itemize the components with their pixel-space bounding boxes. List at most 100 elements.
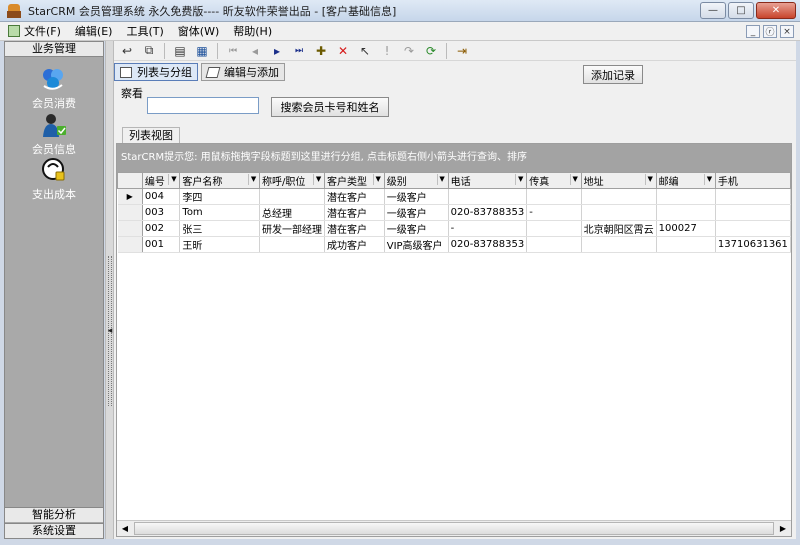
table-cell[interactable]: - [526, 204, 582, 221]
next-record-icon[interactable]: ▸ [266, 42, 288, 60]
tab-list-view[interactable]: 列表视图 [122, 127, 180, 143]
table-cell[interactable]: 潜在客户 [324, 220, 385, 237]
table-cell[interactable]: 潜在客户 [324, 188, 385, 205]
search-member-button[interactable]: 搜索会员卡号和姓名 [271, 97, 389, 117]
exit-icon[interactable]: ⇥ [451, 42, 473, 60]
table-cell[interactable] [715, 204, 792, 221]
table-cell[interactable] [656, 188, 716, 205]
table-cell[interactable] [259, 188, 326, 205]
sidebar-item-member-info[interactable]: 会员信息 [5, 112, 103, 157]
table-cell[interactable]: VIP高级客户 [384, 236, 449, 253]
chevron-down-icon[interactable]: ▼ [436, 174, 447, 185]
pointer-icon[interactable]: ↖ [354, 42, 376, 60]
close-button[interactable]: ✕ [756, 2, 796, 19]
table-cell[interactable]: 13710631361 [715, 236, 792, 253]
redo-icon[interactable]: ↷ [398, 42, 420, 60]
scrollbar-thumb[interactable] [134, 522, 774, 535]
mdi-close-button[interactable]: × [780, 25, 794, 38]
table-cell[interactable]: 100027 [656, 220, 716, 237]
menu-window[interactable]: 窗体(W) [178, 23, 219, 39]
sidebar-item-members-consume[interactable]: 会员消费 [5, 66, 103, 111]
scroll-left-icon[interactable]: ◀ [118, 522, 132, 535]
column-header-level[interactable]: 级别 ▼ [383, 172, 449, 189]
menu-file[interactable]: 文件(F) [8, 23, 61, 39]
maximize-button[interactable]: □ [728, 2, 754, 19]
table-cell[interactable] [526, 236, 582, 253]
table-row[interactable]: 002 张三 研发一部经理 潜在客户 一级客户 - 北京朝阳区霄云 100027 [117, 220, 792, 237]
grid-icon[interactable]: ▦ [191, 42, 213, 60]
exclaim-icon[interactable]: ! [376, 42, 398, 60]
column-header-phone[interactable]: 电话 ▼ [447, 172, 528, 189]
chevron-down-icon[interactable]: ▼ [313, 174, 323, 185]
column-header-address[interactable]: 地址 ▼ [580, 172, 657, 189]
column-header-type[interactable]: 客户类型 ▼ [324, 172, 385, 189]
sidebar-splitter[interactable]: ◂ [105, 41, 114, 539]
mdi-restore-button[interactable]: ⓡ [763, 25, 777, 38]
table-cell[interactable]: 004 [142, 188, 181, 205]
table-cell[interactable]: 研发一部经理 [259, 220, 326, 237]
table-cell[interactable]: 001 [142, 236, 181, 253]
table-cell[interactable]: 003 [142, 204, 181, 221]
table-cell[interactable] [259, 236, 326, 253]
chevron-down-icon[interactable]: ▼ [569, 174, 580, 185]
table-row[interactable]: 001 王昕 成功客户 VIP高级客户 020-83788353 1371063… [117, 236, 792, 253]
table-cell[interactable] [526, 188, 582, 205]
table-cell[interactable]: 总经理 [259, 204, 326, 221]
chevron-down-icon[interactable]: ▼ [515, 174, 525, 185]
chevron-down-icon[interactable]: ▼ [644, 174, 655, 185]
sidebar-item-expense-cost[interactable]: 支出成本 [5, 157, 103, 202]
table-cell[interactable]: 张三 [179, 220, 261, 237]
table-cell[interactable]: 一级客户 [384, 204, 449, 221]
table-cell[interactable]: 李四 [179, 188, 261, 205]
refresh-icon[interactable]: ⟳ [420, 42, 442, 60]
delete-icon[interactable]: ✕ [332, 42, 354, 60]
search-input[interactable] [147, 97, 259, 114]
chevron-down-icon[interactable]: ▼ [168, 174, 178, 185]
column-header-name[interactable]: 客户名称 ▼ [179, 172, 261, 189]
table-row[interactable]: 003 Tom 总经理 潜在客户 一级客户 020-83788353 - [117, 204, 792, 221]
table-cell[interactable] [656, 236, 716, 253]
column-header-fax[interactable]: 传真 ▼ [526, 172, 582, 189]
column-header-mobile[interactable]: 手机 [714, 172, 792, 189]
chevron-down-icon[interactable]: ▼ [703, 174, 714, 185]
table-row[interactable]: ▶ 004 李四 潜在客户 一级客户 [117, 188, 792, 205]
first-record-icon[interactable]: ⏮ [222, 42, 244, 60]
collapse-arrow-icon[interactable]: ◂ [106, 326, 114, 336]
sidebar-footer-intelligent-analysis[interactable]: 智能分析 [5, 507, 103, 522]
back-icon[interactable]: ↩ [116, 42, 138, 60]
minimize-button[interactable]: — [700, 2, 726, 19]
table-cell[interactable]: 002 [142, 220, 181, 237]
table-cell[interactable]: 020-83788353 [448, 236, 528, 253]
table-cell[interactable] [715, 220, 792, 237]
sidebar-header-business[interactable]: 业务管理 [5, 42, 103, 57]
horizontal-scrollbar[interactable]: ◀ ▶ [117, 520, 791, 536]
table-cell[interactable] [581, 236, 657, 253]
report-icon[interactable]: ▤ [169, 42, 191, 60]
table-cell[interactable]: 成功客户 [324, 236, 385, 253]
add-record-button[interactable]: 添加记录 [583, 65, 643, 84]
tab-list-and-group[interactable]: 列表与分组 [114, 63, 198, 81]
table-cell[interactable] [581, 204, 657, 221]
table-cell[interactable] [526, 220, 582, 237]
column-header-zip[interactable]: 邮编 ▼ [655, 172, 716, 189]
table-cell[interactable]: Tom [179, 204, 261, 221]
windows-icon[interactable]: ⧉ [138, 42, 160, 60]
scroll-right-icon[interactable]: ▶ [776, 522, 790, 535]
column-header-id[interactable]: 编号 ▼ [141, 172, 181, 189]
table-cell[interactable]: - [448, 220, 528, 237]
table-cell[interactable]: 一级客户 [384, 188, 449, 205]
table-cell[interactable] [448, 188, 528, 205]
menu-tools[interactable]: 工具(T) [126, 23, 163, 39]
group-by-panel[interactable]: StarCRM提示您: 用鼠标拖拽字段标题到这里进行分组, 点击标题右侧小箭头进… [117, 144, 791, 172]
prev-record-icon[interactable]: ◂ [244, 42, 266, 60]
table-cell[interactable] [715, 188, 792, 205]
table-cell[interactable]: 一级客户 [384, 220, 449, 237]
chevron-down-icon[interactable]: ▼ [372, 174, 383, 185]
add-icon[interactable]: ✚ [310, 42, 332, 60]
sidebar-footer-system-settings[interactable]: 系统设置 [5, 523, 103, 538]
table-cell[interactable] [581, 188, 657, 205]
tab-edit-and-add[interactable]: 编辑与添加 [201, 63, 285, 81]
menu-help[interactable]: 帮助(H) [233, 23, 272, 39]
table-cell[interactable] [656, 204, 716, 221]
menu-edit[interactable]: 编辑(E) [75, 23, 113, 39]
